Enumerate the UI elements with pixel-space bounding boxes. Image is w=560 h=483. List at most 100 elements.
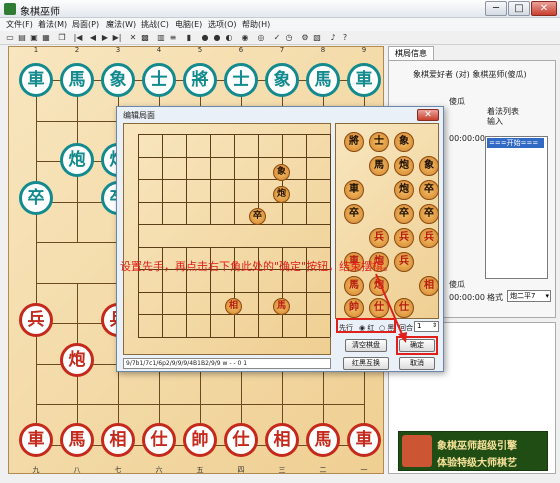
last-move-icon[interactable]: ▶| xyxy=(112,33,122,43)
palette-piece[interactable]: 炮 xyxy=(394,180,414,200)
palette-piece[interactable]: 卒 xyxy=(419,204,439,224)
palette-piece-red[interactable]: 兵 xyxy=(394,228,414,248)
help-icon[interactable]: ? xyxy=(340,33,350,43)
palette-piece[interactable]: 士 xyxy=(369,132,389,152)
green-horse[interactable]: 馬 xyxy=(306,63,340,97)
green-advisor[interactable]: 士 xyxy=(142,63,176,97)
board-edit-icon[interactable]: ▩ xyxy=(140,33,150,43)
piece-red-icon[interactable]: ● xyxy=(200,33,210,43)
list-icon[interactable]: ≡ xyxy=(168,33,178,43)
menu-file[interactable]: 文件(F) xyxy=(6,19,33,30)
chart-icon[interactable]: ▥ xyxy=(156,33,166,43)
palette-piece-red[interactable]: 相 xyxy=(419,276,439,296)
green-advisor[interactable]: 士 xyxy=(224,63,258,97)
green-chariot[interactable]: 車 xyxy=(19,63,53,97)
palette-piece[interactable]: 炮 xyxy=(394,156,414,176)
clear-board-button[interactable]: 清空棋盘 xyxy=(345,339,387,352)
green-soldier[interactable]: 卒 xyxy=(19,181,53,215)
open-icon[interactable]: ▤ xyxy=(17,33,27,43)
menu-position[interactable]: 局面(P) xyxy=(72,19,99,30)
palette-piece-red[interactable]: 帥 xyxy=(344,298,364,318)
red-advisor[interactable]: 仕 xyxy=(224,423,258,457)
move-list-item[interactable]: ===开始=== xyxy=(487,138,544,148)
red-cannon[interactable]: 炮 xyxy=(60,343,94,377)
mini-piece-soldier[interactable]: 卒 xyxy=(249,208,266,225)
cancel-button[interactable]: 取消 xyxy=(399,357,435,370)
analyze-icon[interactable]: ✓ xyxy=(272,33,282,43)
green-cannon[interactable]: 炮 xyxy=(60,143,94,177)
mini-piece-elephant[interactable]: 象 xyxy=(273,164,290,181)
close-button[interactable]: ✕ xyxy=(531,1,557,16)
ad-banner[interactable]: 象棋巫师超级引擎 体验特级大师棋艺 xyxy=(398,431,548,471)
hint-icon[interactable]: ◎ xyxy=(256,33,266,43)
ad-line-1: 象棋巫师超级引擎 xyxy=(437,441,517,452)
menu-challenge[interactable]: 挑战(C) xyxy=(141,19,169,30)
piece-green-icon[interactable]: ● xyxy=(212,33,222,43)
save-icon[interactable]: ▣ xyxy=(29,33,39,43)
palette-piece[interactable]: 卒 xyxy=(419,180,439,200)
palette-piece-red[interactable]: 兵 xyxy=(419,228,439,248)
palette-piece[interactable]: 卒 xyxy=(344,204,364,224)
first-move-icon[interactable]: |◀ xyxy=(73,33,83,43)
menu-moves[interactable]: 着法(M) xyxy=(38,19,67,30)
mini-board[interactable]: 象 炮 卒 相 馬 xyxy=(123,123,331,355)
palette-piece[interactable]: 象 xyxy=(419,156,439,176)
maximize-button[interactable]: □ xyxy=(508,1,530,16)
red-horse[interactable]: 馬 xyxy=(60,423,94,457)
mini-piece-red-elephant[interactable]: 相 xyxy=(225,298,242,315)
minimize-button[interactable]: ─ xyxy=(485,1,507,16)
mini-piece-cannon[interactable]: 炮 xyxy=(273,186,290,203)
palette-piece-red[interactable]: 兵 xyxy=(394,252,414,272)
palette-piece-red[interactable]: 炮 xyxy=(369,276,389,296)
format-select[interactable]: 炮二平7 ▾ xyxy=(507,290,551,302)
red-chariot[interactable]: 車 xyxy=(347,423,381,457)
palette-piece[interactable]: 車 xyxy=(344,180,364,200)
move-list[interactable]: ===开始=== xyxy=(485,136,548,279)
engine-icon[interactable]: ◉ xyxy=(240,33,250,43)
spinner-icon[interactable]: ⇕ xyxy=(432,321,437,330)
green-elephant[interactable]: 象 xyxy=(101,63,135,97)
palette-piece-red[interactable]: 兵 xyxy=(369,228,389,248)
menu-magic[interactable]: 魔法(W) xyxy=(106,19,136,30)
palette-piece-red[interactable]: 仕 xyxy=(369,298,389,318)
red-elephant[interactable]: 相 xyxy=(265,423,299,457)
column-number: 二 xyxy=(319,466,327,474)
green-chariot[interactable]: 車 xyxy=(347,63,381,97)
delete-icon[interactable]: ✕ xyxy=(128,33,138,43)
palette-piece[interactable]: 馬 xyxy=(369,156,389,176)
prev-move-icon[interactable]: ◀ xyxy=(88,33,98,43)
tab-game-info[interactable]: 棋局信息 xyxy=(388,46,434,60)
red-elephant[interactable]: 相 xyxy=(101,423,135,457)
mini-piece-red-horse[interactable]: 馬 xyxy=(273,298,290,315)
menu-options[interactable]: 选项(O) xyxy=(208,19,237,30)
piece-swap-icon[interactable]: ◐ xyxy=(224,33,234,43)
column-number: 一 xyxy=(360,466,368,474)
green-general[interactable]: 將 xyxy=(183,63,217,97)
new-icon[interactable]: ▭ xyxy=(5,33,15,43)
dialog-close-button[interactable]: ✕ xyxy=(417,109,439,121)
red-advisor[interactable]: 仕 xyxy=(142,423,176,457)
book-icon[interactable]: ▮ xyxy=(184,33,194,43)
image-icon[interactable]: ▧ xyxy=(312,33,322,43)
round-input[interactable]: 1 ⇕ xyxy=(414,321,439,332)
settings-icon[interactable]: ⚙ xyxy=(300,33,310,43)
palette-piece-red[interactable]: 馬 xyxy=(344,276,364,296)
next-move-icon[interactable]: ▶ xyxy=(100,33,110,43)
copy-icon[interactable]: ❐ xyxy=(57,33,67,43)
red-chariot[interactable]: 車 xyxy=(19,423,53,457)
red-general[interactable]: 帥 xyxy=(183,423,217,457)
green-horse[interactable]: 馬 xyxy=(60,63,94,97)
menu-computer[interactable]: 电脑(E) xyxy=(175,19,202,30)
red-horse[interactable]: 馬 xyxy=(306,423,340,457)
clock-icon[interactable]: ◷ xyxy=(284,33,294,43)
swap-colors-button[interactable]: 红黑互换 xyxy=(343,357,389,370)
palette-piece-red[interactable]: 仕 xyxy=(394,298,414,318)
green-elephant[interactable]: 象 xyxy=(265,63,299,97)
menu-help[interactable]: 帮助(H) xyxy=(242,19,270,30)
red-soldier[interactable]: 兵 xyxy=(19,303,53,337)
palette-piece[interactable]: 卒 xyxy=(394,204,414,224)
sound-icon[interactable]: ♪ xyxy=(328,33,338,43)
palette-piece[interactable]: 象 xyxy=(394,132,414,152)
print-icon[interactable]: ▦ xyxy=(41,33,51,43)
palette-piece[interactable]: 將 xyxy=(344,132,364,152)
